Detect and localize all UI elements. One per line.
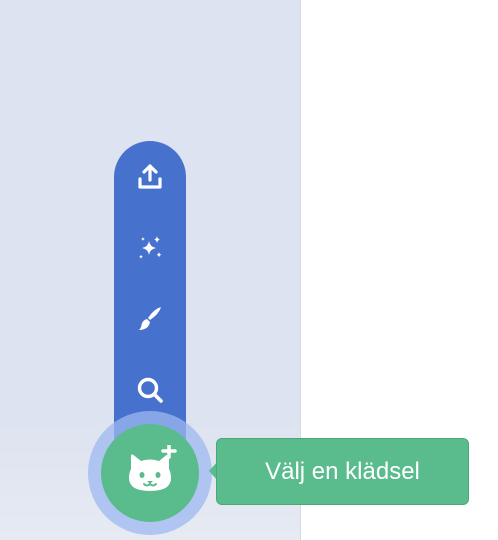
paint-icon (139, 307, 161, 331)
upload-costume-button[interactable] (114, 149, 186, 205)
choose-costume-tooltip: Välj en klädsel (216, 438, 469, 505)
paint-costume-button[interactable] (114, 291, 186, 347)
tooltip-label: Välj en klädsel (265, 457, 420, 485)
upload-icon (138, 164, 162, 189)
choose-costume-button[interactable] (101, 424, 199, 522)
page: Välj en klädsel (0, 0, 498, 540)
search-icon (137, 377, 163, 403)
surprise-icon (139, 236, 162, 259)
cat-plus-icon (129, 445, 177, 491)
search-costume-button[interactable] (114, 362, 186, 418)
surprise-costume-button[interactable] (114, 220, 186, 276)
